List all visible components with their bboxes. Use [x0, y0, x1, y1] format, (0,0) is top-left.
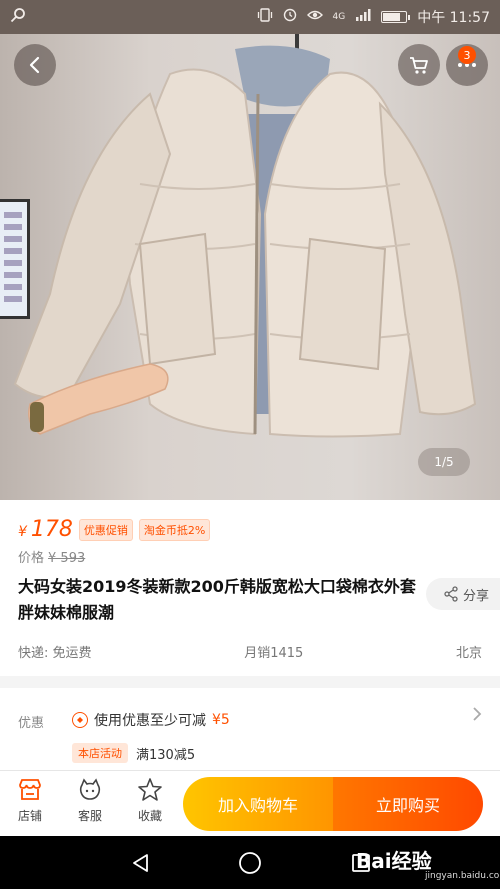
- ship-location: 北京: [455, 646, 482, 661]
- product-title: 大码女装2019冬装新款200斤韩版宽松大口袋棉衣外套胖妹妹棉服潮: [18, 577, 416, 622]
- vibrate-icon: [257, 8, 273, 26]
- price-row: ¥178 优惠促销 淘金币抵2%: [18, 517, 211, 542]
- buy-now-button[interactable]: 立即购买: [333, 777, 483, 831]
- star-icon: [138, 778, 162, 801]
- cart-icon: [410, 57, 428, 74]
- back-button[interactable]: [14, 44, 56, 86]
- promo-tag: 优惠促销: [78, 518, 133, 541]
- promo-label: 优惠: [18, 716, 45, 731]
- monthly-sales: 月销1415: [244, 646, 304, 661]
- watermark-logo: Bai经验: [356, 849, 432, 873]
- cart-count-badge: 3: [458, 46, 476, 64]
- status-time: 中午 11:57: [417, 10, 490, 26]
- alarm-icon: [283, 8, 297, 26]
- search-icon: [10, 7, 26, 27]
- jacket-illustration: [13, 45, 477, 438]
- customer-service-button[interactable]: 客服: [64, 777, 116, 824]
- add-to-cart-button[interactable]: 加入购物车: [183, 777, 333, 831]
- signal-icon: [355, 9, 371, 25]
- delivery-info: 快递: 免运费 月销1415 北京: [18, 642, 482, 661]
- network-label: 4G: [332, 12, 346, 22]
- shop-icon: [19, 779, 41, 800]
- status-bar: 4G 中午 11:57: [0, 0, 500, 34]
- coin-discount-tag: 淘金币抵2%: [138, 518, 211, 541]
- battery-icon: [381, 11, 411, 23]
- favorite-button[interactable]: 收藏: [124, 777, 176, 824]
- bottom-action-bar: 店铺 客服 收藏 加入购物车 立即购买: [0, 770, 500, 836]
- store-activity-tag: 本店活动: [72, 743, 128, 763]
- coupon-icon: [72, 712, 88, 728]
- watermark-url: jingyan.baidu.com: [425, 871, 500, 881]
- shop-button[interactable]: 店铺: [4, 777, 56, 824]
- chevron-right-icon[interactable]: [472, 706, 482, 727]
- store-offer-row: 本店活动 满130减5: [72, 743, 195, 763]
- product-image[interactable]: [0, 34, 500, 500]
- image-pager: 1/5: [418, 448, 470, 476]
- original-price: 价格 ¥ 593: [18, 551, 86, 566]
- cart-button[interactable]: [398, 44, 440, 86]
- coupon-row[interactable]: 使用优惠至少可减 ¥5: [72, 710, 230, 730]
- shipping-fee: 快递: 免运费: [18, 646, 92, 661]
- nav-home-icon[interactable]: [237, 850, 263, 876]
- service-icon: [79, 778, 101, 800]
- share-button[interactable]: 分享: [426, 578, 500, 610]
- price: ¥178: [18, 517, 73, 542]
- eye-icon: [306, 9, 323, 25]
- chevron-left-icon: [29, 56, 40, 74]
- nav-back-icon[interactable]: [128, 850, 154, 876]
- store-offer-text: 满130减5: [136, 747, 196, 763]
- section-divider: [0, 676, 500, 688]
- share-icon: [444, 586, 458, 602]
